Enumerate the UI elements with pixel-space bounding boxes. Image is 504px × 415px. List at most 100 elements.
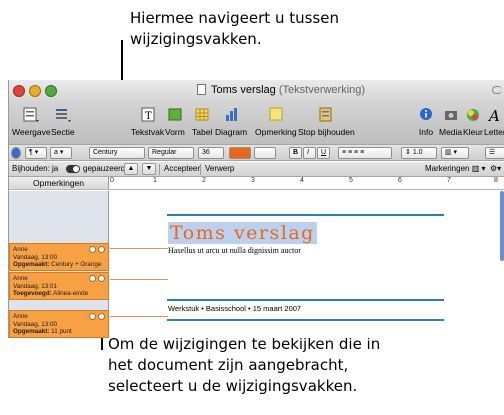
document-subtitle[interactable]: Hasellus ut arcu ut nulla dignissim auct… bbox=[168, 246, 301, 255]
reject-button[interactable]: Verwerp bbox=[205, 164, 234, 173]
ruler-tick: 5 bbox=[349, 177, 353, 184]
vertical-scrollbar[interactable] bbox=[500, 191, 504, 261]
toolbar: Weergave Sectie T Tekstvak Vorm Tabel Di… bbox=[9, 104, 504, 144]
callout-bottom-line-3: selecteert u de wijzigingsvakken. bbox=[108, 377, 358, 395]
close-window-button[interactable] bbox=[13, 85, 25, 97]
tracking-bar: Bijhouden: ja gepauzeerd ▲ ▼ Accepteer V… bbox=[9, 162, 504, 177]
tracking-label: Bijhouden: ja bbox=[12, 164, 59, 173]
format-bar: ¶ ▾ a ▾ Century Regular 36 B I U ≡ ≡ ≡ ≡… bbox=[9, 144, 504, 161]
ruler-tick: 6 bbox=[398, 177, 402, 184]
tracking-status: gepauzeerd bbox=[83, 164, 126, 173]
section-icon bbox=[55, 109, 71, 122]
change-bubbles-pane: Anne Vandaag, 13:00 Opgemaakt: Century +… bbox=[9, 191, 109, 338]
minimize-window-button[interactable] bbox=[29, 85, 41, 97]
document-title[interactable]: Toms verslag bbox=[168, 222, 317, 244]
info-icon bbox=[420, 108, 432, 120]
chart-icon bbox=[226, 108, 238, 121]
paragraph-style-button[interactable] bbox=[11, 147, 21, 159]
tracking-toggle[interactable] bbox=[66, 165, 80, 173]
window-title: Toms verslag (Tekstverwerking) bbox=[197, 84, 365, 96]
reject-change-icon[interactable] bbox=[98, 246, 105, 253]
next-change-button[interactable]: ▼ bbox=[142, 163, 156, 175]
document-canvas[interactable]: Toms verslag Hasellus ut arcu ut nulla d… bbox=[110, 191, 504, 338]
document-footer[interactable]: Werkstuk • Basisschool • 15 maart 2007 bbox=[168, 304, 301, 313]
accept-change-icon[interactable] bbox=[89, 313, 96, 320]
reject-change-icon[interactable] bbox=[98, 313, 105, 320]
toolbar-table-button[interactable]: Tabel bbox=[192, 106, 212, 137]
title-bar: Toms verslag (Tekstverwerking) bbox=[9, 80, 504, 104]
toolbar-info-button[interactable]: Info bbox=[417, 106, 435, 137]
change-connector-3 bbox=[110, 316, 168, 317]
text-color-swatch[interactable] bbox=[229, 147, 251, 159]
toolbar-font-button[interactable]: A Letter bbox=[484, 106, 504, 137]
toolbar-view-button[interactable]: Weergave bbox=[12, 106, 51, 137]
ruler-tick: 3 bbox=[251, 177, 255, 184]
font-icon: A bbox=[487, 107, 500, 124]
shape-icon bbox=[168, 108, 182, 121]
horizontal-ruler[interactable]: 0 1 2 3 4 5 6 7 8 bbox=[109, 177, 504, 189]
font-size-popup[interactable]: 36 bbox=[198, 147, 224, 159]
ruler-row: Opmerkingen 0 1 2 3 4 5 6 7 8 bbox=[9, 177, 504, 190]
svg-text:T: T bbox=[145, 111, 152, 122]
alignment-buttons[interactable]: ≡ ≡ ≡ ≡ bbox=[338, 147, 392, 159]
accept-change-icon[interactable] bbox=[89, 246, 96, 253]
ruler-tick: 7 bbox=[447, 177, 451, 184]
toolbar-color-button[interactable]: Kleur bbox=[463, 106, 483, 137]
header-rule bbox=[167, 214, 444, 216]
highlight-color-swatch[interactable] bbox=[254, 147, 276, 159]
toolbar-shape-button[interactable]: Vorm bbox=[165, 106, 185, 137]
font-family-popup[interactable]: Century bbox=[89, 147, 145, 159]
stop-tracking-icon bbox=[319, 107, 332, 122]
typeface-popup[interactable]: Regular bbox=[148, 147, 194, 159]
reject-change-icon[interactable] bbox=[98, 275, 105, 282]
media-icon bbox=[444, 111, 457, 120]
document-icon bbox=[197, 84, 206, 95]
previous-change-button[interactable]: ▲ bbox=[124, 163, 138, 175]
toolbar-media-button[interactable]: Media bbox=[439, 106, 462, 137]
list-popup[interactable]: ☰ bbox=[485, 147, 504, 159]
toolbar-textbox-button[interactable]: T Tekstvak bbox=[131, 106, 164, 137]
toolbar-toggle-button[interactable] bbox=[492, 86, 502, 94]
change-box-1[interactable]: Anne Vandaag, 13:00 Opgemaakt: Century +… bbox=[9, 243, 109, 271]
separator bbox=[200, 164, 201, 175]
italic-button[interactable]: I bbox=[303, 147, 316, 159]
accept-button[interactable]: Accepteer bbox=[164, 164, 200, 173]
ruler-tick: 2 bbox=[202, 177, 206, 184]
bold-button[interactable]: B bbox=[289, 147, 302, 159]
comments-header: Opmerkingen bbox=[9, 177, 109, 189]
callout-change-boxes: Om de wijzigingen te bekijken die in het… bbox=[108, 334, 488, 397]
callout-top-line-2: wijzigingsvakken. bbox=[130, 30, 262, 48]
callout-top-line-1: Hiermee navigeert u tussen bbox=[130, 9, 339, 27]
comment-icon bbox=[269, 107, 283, 121]
footer-rule-top bbox=[167, 299, 444, 301]
markup-popup[interactable]: Markeringen ▥ ▾ bbox=[425, 164, 486, 173]
tracking-action-gear-icon[interactable]: ⚙▾ bbox=[490, 164, 501, 173]
toolbar-stop-tracking-button[interactable]: Stop bijhouden bbox=[298, 106, 355, 137]
zoom-window-button[interactable] bbox=[45, 85, 57, 97]
toolbar-section-button[interactable]: Sectie bbox=[51, 106, 75, 137]
change-box-3[interactable]: Anne Vandaag, 13:00 Opgemaakt: 11 punt bbox=[9, 310, 109, 338]
window-title-suffix: (Tekstverwerking) bbox=[278, 84, 366, 96]
character-style-popup[interactable]: a ▾ bbox=[50, 147, 72, 159]
line-spacing-popup[interactable]: ⇕ 1.0 bbox=[401, 147, 437, 159]
underline-button[interactable]: U bbox=[317, 147, 330, 159]
ruler-tick: 0 bbox=[110, 177, 114, 184]
color-icon bbox=[466, 109, 479, 121]
change-box-2[interactable]: Anne Vandaag, 13:01 Toegevoegd: Alinea-e… bbox=[9, 272, 109, 300]
callout-navigation: Hiermee navigeert u tussen wijzigingsvak… bbox=[130, 8, 430, 50]
view-icon bbox=[23, 107, 40, 122]
separator bbox=[159, 164, 160, 175]
toolbar-chart-button[interactable]: Diagram bbox=[215, 106, 247, 137]
ruler-tick: 4 bbox=[300, 177, 304, 184]
paragraph-style-popup[interactable]: ¶ ▾ bbox=[25, 147, 47, 159]
svg-text:A: A bbox=[487, 107, 500, 124]
callout-bottom-line-2: het document zijn aangebracht, bbox=[108, 356, 349, 374]
change-connector-2 bbox=[110, 279, 168, 280]
columns-popup[interactable]: ▥ ▾ bbox=[441, 147, 469, 159]
pages-window: Toms verslag (Tekstverwerking) Weergave … bbox=[8, 80, 504, 338]
ruler-tick: 8 bbox=[494, 177, 498, 184]
toolbar-comment-button[interactable]: Opmerking bbox=[255, 106, 297, 137]
ruler-tick: 1 bbox=[153, 177, 157, 184]
accept-change-icon[interactable] bbox=[89, 275, 96, 282]
footer-rule-bottom bbox=[167, 319, 444, 321]
